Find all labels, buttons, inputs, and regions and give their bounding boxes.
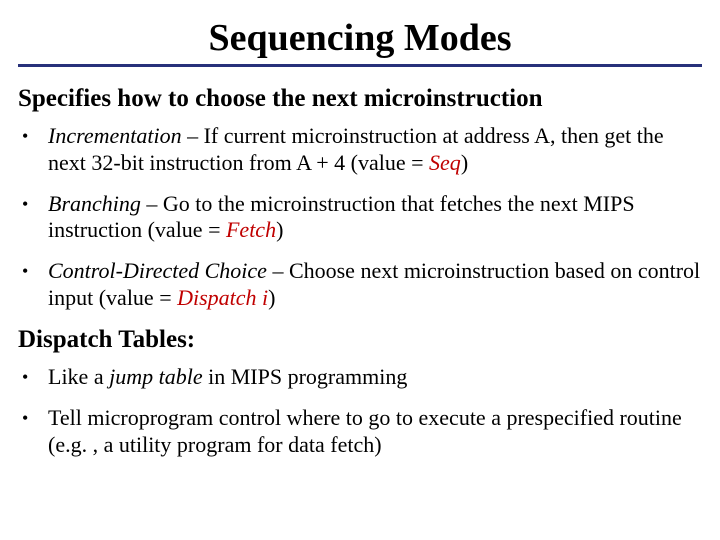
title-underline	[18, 64, 702, 75]
term: Control-Directed Choice	[48, 258, 267, 283]
post-text: in MIPS programming	[203, 364, 408, 389]
bullet-content: Control-Directed Choice – Choose next mi…	[48, 258, 702, 312]
close-paren: )	[276, 217, 283, 242]
value: Seq	[429, 150, 461, 175]
term: Incrementation	[48, 123, 182, 148]
bullet-content: Like a jump table in MIPS programming	[48, 364, 702, 391]
term: Branching	[48, 191, 141, 216]
bullet-list-2: • Like a jump table in MIPS programming …	[18, 364, 702, 459]
section-heading-1: Specifies how to choose the next microin…	[18, 85, 702, 113]
slide-title: Sequencing Modes	[18, 16, 702, 60]
list-item: • Tell microprogram control where to go …	[22, 405, 702, 459]
bullet-icon: •	[22, 405, 48, 432]
bullet-content: Branching – Go to the microinstruction t…	[48, 191, 702, 245]
bullet-icon: •	[22, 123, 48, 150]
bullet-list-1: • Incrementation – If current microinstr…	[18, 123, 702, 312]
dash: –	[182, 123, 204, 148]
section-heading-2: Dispatch Tables:	[18, 326, 702, 354]
bullet-icon: •	[22, 191, 48, 218]
dash: –	[267, 258, 289, 283]
close-paren: )	[461, 150, 468, 175]
divider	[18, 64, 702, 67]
bullet-content: Incrementation – If current microinstruc…	[48, 123, 702, 177]
value: Fetch	[226, 217, 276, 242]
pre-text: Like a	[48, 364, 109, 389]
dash: –	[141, 191, 163, 216]
list-item: • Control-Directed Choice – Choose next …	[22, 258, 702, 312]
bullet-icon: •	[22, 364, 48, 391]
list-item: • Incrementation – If current microinstr…	[22, 123, 702, 177]
slide: Sequencing Modes Specifies how to choose…	[0, 0, 720, 540]
term: jump table	[109, 364, 203, 389]
bullet-icon: •	[22, 258, 48, 285]
list-item: • Like a jump table in MIPS programming	[22, 364, 702, 391]
list-item: • Branching – Go to the microinstruction…	[22, 191, 702, 245]
value: Dispatch i	[177, 285, 268, 310]
close-paren: )	[268, 285, 275, 310]
bullet-content: Tell microprogram control where to go to…	[48, 405, 702, 459]
